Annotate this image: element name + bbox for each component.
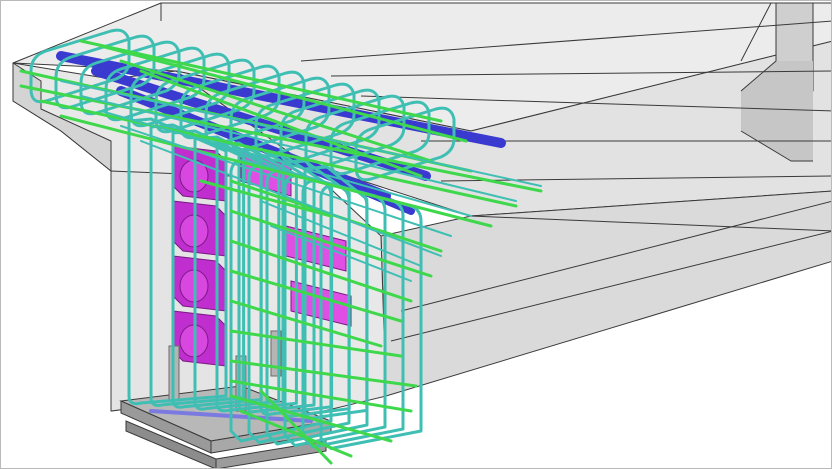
beam-3d-scene: [12, 2, 831, 468]
model-viewport[interactable]: [0, 0, 832, 469]
